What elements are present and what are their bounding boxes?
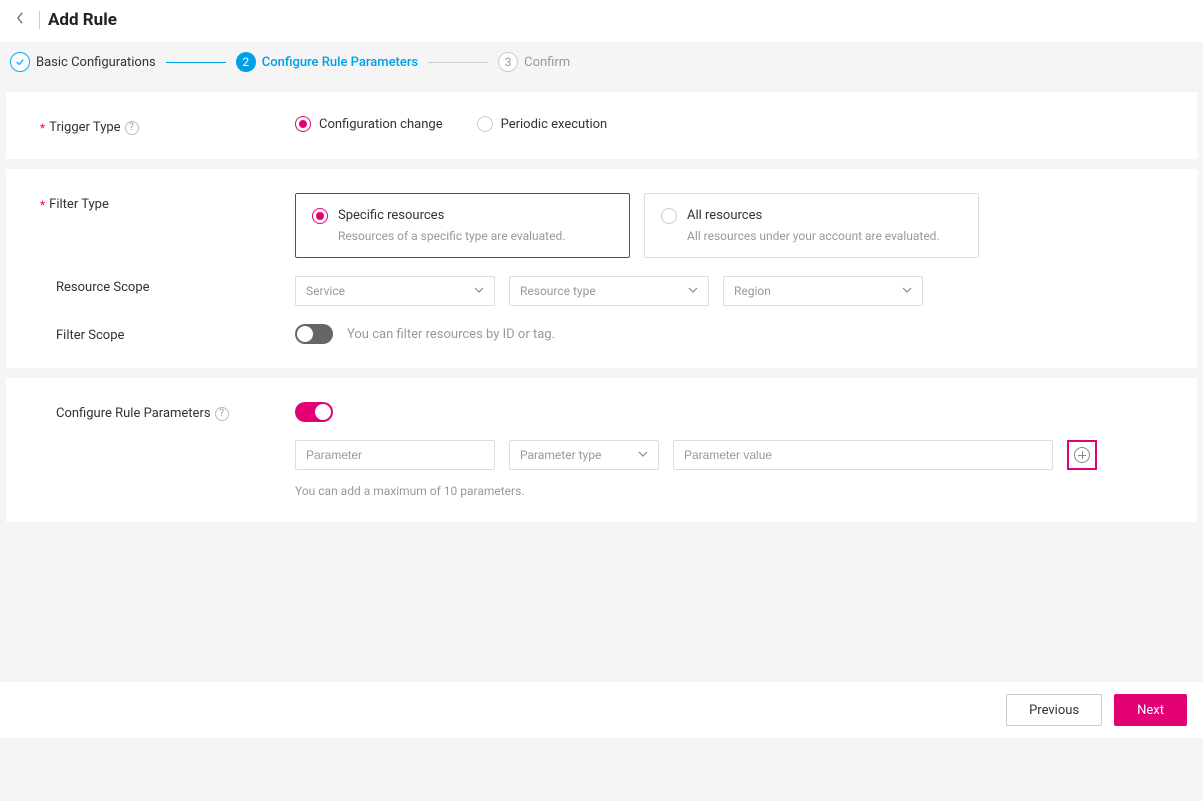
previous-button[interactable]: Previous (1006, 694, 1102, 726)
chevron-down-icon (638, 448, 648, 462)
select-placeholder: Service (306, 284, 345, 298)
chevron-down-icon (902, 284, 912, 298)
select-region[interactable]: Region (723, 276, 923, 306)
step-number-icon: 2 (236, 52, 256, 72)
card-specific-resources[interactable]: Specific resources Resources of a specif… (295, 193, 630, 258)
chevron-left-icon (16, 11, 25, 25)
card-desc: All resources under your account are eva… (687, 229, 940, 243)
spacer (40, 440, 295, 444)
step-number-icon: 3 (498, 52, 518, 72)
step-connector (166, 62, 226, 63)
filter-scope-hint: You can filter resources by ID or tag. (347, 327, 555, 342)
help-icon[interactable]: ? (215, 407, 229, 421)
label-text: Filter Scope (56, 328, 124, 343)
help-icon[interactable]: ? (125, 121, 139, 135)
panel-rule-parameters: Configure Rule Parameters ? Parameter ty… (6, 378, 1197, 522)
button-label: Previous (1029, 703, 1079, 718)
toggle-knob (297, 326, 313, 342)
card-title: Specific resources (338, 208, 565, 223)
step-confirm[interactable]: 3 Confirm (498, 52, 570, 72)
input-parameter-name[interactable] (295, 440, 495, 470)
params-note: You can add a maximum of 10 parameters. (295, 484, 1163, 498)
card-desc: Resources of a specific type are evaluat… (338, 229, 565, 243)
required-star-icon: * (40, 198, 45, 212)
label-text: Configure Rule Parameters (56, 406, 211, 421)
wizard-stepper: Basic Configurations 2 Configure Rule Pa… (0, 42, 1203, 92)
wizard-footer: Previous Next (0, 682, 1203, 738)
toggle-knob (315, 404, 331, 420)
label-trigger-type: * Trigger Type ? (40, 116, 295, 135)
label-text: Resource Scope (56, 280, 150, 295)
radio-periodic-execution[interactable]: Periodic execution (477, 116, 608, 132)
label-configure-rule-params: Configure Rule Parameters ? (40, 402, 295, 421)
label-filter-type: * Filter Type (40, 193, 295, 212)
radio-config-change[interactable]: Configuration change (295, 116, 443, 132)
panel-filter: * Filter Type Specific resources Resourc… (6, 169, 1197, 368)
input-parameter-value[interactable] (673, 440, 1053, 470)
page-title: Add Rule (48, 10, 117, 30)
select-resource-type[interactable]: Resource type (509, 276, 709, 306)
select-placeholder: Parameter type (520, 448, 601, 462)
header-divider (39, 11, 40, 29)
toggle-rule-parameters[interactable] (295, 402, 333, 422)
step-label: Basic Configurations (36, 55, 156, 70)
label-text: Filter Type (49, 197, 109, 212)
panel-trigger-type: * Trigger Type ? Configuration change Pe… (6, 92, 1197, 159)
radio-icon (295, 116, 311, 132)
radio-label: Periodic execution (501, 117, 608, 132)
add-parameter-button[interactable] (1067, 440, 1097, 470)
chevron-down-icon (688, 284, 698, 298)
radio-icon (477, 116, 493, 132)
select-placeholder: Resource type (520, 284, 596, 298)
next-button[interactable]: Next (1114, 694, 1187, 726)
select-placeholder: Region (734, 284, 771, 298)
select-parameter-type[interactable]: Parameter type (509, 440, 659, 470)
back-button[interactable] (10, 11, 31, 29)
plus-circle-icon (1074, 447, 1090, 463)
card-all-resources[interactable]: All resources All resources under your a… (644, 193, 979, 258)
radio-label: Configuration change (319, 117, 443, 132)
label-text: Trigger Type (49, 120, 120, 135)
label-resource-scope: Resource Scope (40, 276, 295, 295)
button-label: Next (1137, 703, 1164, 718)
radio-icon (312, 208, 328, 224)
check-icon (10, 52, 30, 72)
select-service[interactable]: Service (295, 276, 495, 306)
radio-icon (661, 208, 677, 224)
toggle-filter-scope[interactable] (295, 324, 333, 344)
step-label: Confirm (524, 55, 570, 70)
step-basic-config[interactable]: Basic Configurations (10, 52, 156, 72)
step-configure-params[interactable]: 2 Configure Rule Parameters (236, 52, 418, 72)
step-connector (428, 62, 488, 63)
step-label: Configure Rule Parameters (262, 55, 418, 70)
label-filter-scope: Filter Scope (40, 324, 295, 343)
card-title: All resources (687, 208, 940, 223)
chevron-down-icon (474, 284, 484, 298)
required-star-icon: * (40, 121, 45, 135)
